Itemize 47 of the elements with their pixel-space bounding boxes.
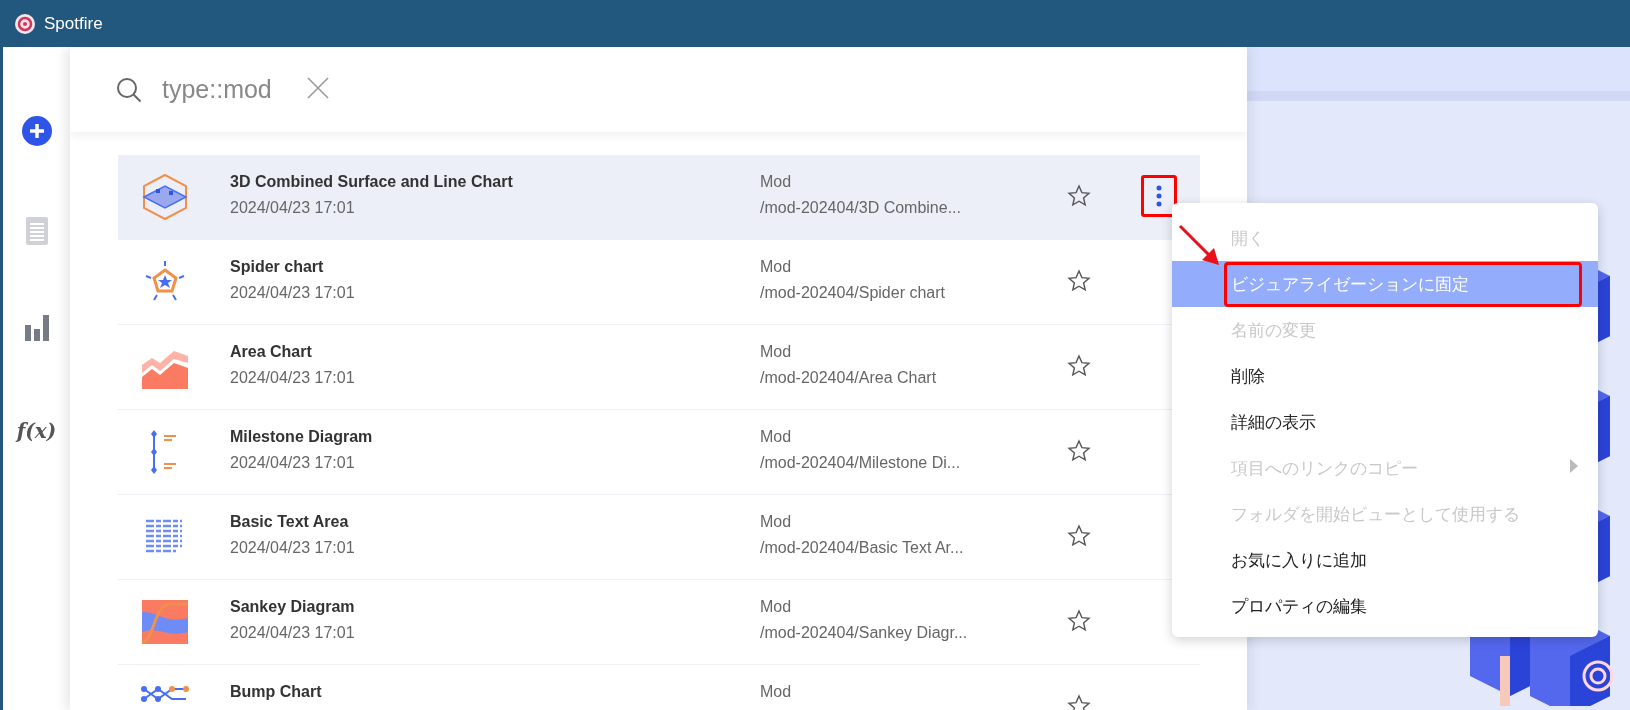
item-path: /mod-202404/Basic Text Ar... [760,539,965,557]
list-row[interactable]: 3D Combined Surface and Line Chart 2024/04/23 17:01 Mod /mod-202404/3D Combine... [118,155,1200,240]
bar-chart-icon[interactable] [24,315,49,341]
item-type: Mod [760,173,793,191]
item-type: Mod [760,683,793,701]
item-name: Basic Text Area [230,513,350,531]
search-field[interactable]: type::mod [162,75,272,104]
sankey-icon [140,598,190,646]
item-type: Mod [760,513,793,531]
item-type: Mod [760,428,793,446]
item-date: 2024/04/23 17:01 [230,624,356,642]
item-path: /mod-202404/Sankey Diagr... [760,624,969,642]
function-button[interactable]: f(x) [16,419,57,443]
list-row[interactable]: Bump Chart Mod [118,665,1200,710]
item-path: /mod-202404/Area Chart [760,369,938,387]
item-type: Mod [760,343,793,361]
favorite-star-button[interactable] [1067,269,1091,293]
item-date: 2024/04/23 17:01 [230,454,356,472]
search-icon [116,76,142,103]
item-path: /mod-202404/Spider chart [760,284,946,302]
favorite-star-button[interactable] [1067,184,1091,208]
item-date: 2024/04/23 17:01 [230,369,356,387]
favorite-star-button[interactable] [1067,439,1091,463]
item-name: Area Chart [230,343,313,361]
item-date: 2024/04/23 17:01 [230,284,356,302]
favorite-star-button[interactable] [1067,524,1091,548]
item-name: Sankey Diagram [230,598,356,616]
highlight-frame: ビジュアライゼーションに固定 [1224,261,1582,307]
annotation-arrow [1176,222,1222,268]
item-type: Mod [760,598,793,616]
window-title: Spotfire [44,13,103,34]
favorite-star-button[interactable] [1067,354,1091,378]
item-type: Mod [760,258,793,276]
more-vertical-icon[interactable] [1156,185,1162,207]
item-name: Spider chart [230,258,325,276]
item-path: /mod-202404/3D Combine... [760,199,962,217]
item-date: 2024/04/23 17:01 [230,539,356,557]
favorite-star-button[interactable] [1067,609,1091,633]
item-date: 2024/04/23 17:01 [230,199,356,217]
cube-chart-icon [140,173,190,221]
close-icon[interactable] [305,75,330,100]
item-name: Bump Chart [230,683,323,701]
app-logo-icon [14,12,36,35]
item-name: 3D Combined Surface and Line Chart [230,173,514,191]
item-path: /mod-202404/Milestone Di... [760,454,962,472]
item-name: Milestone Diagram [230,428,374,446]
add-icon[interactable] [20,115,53,147]
